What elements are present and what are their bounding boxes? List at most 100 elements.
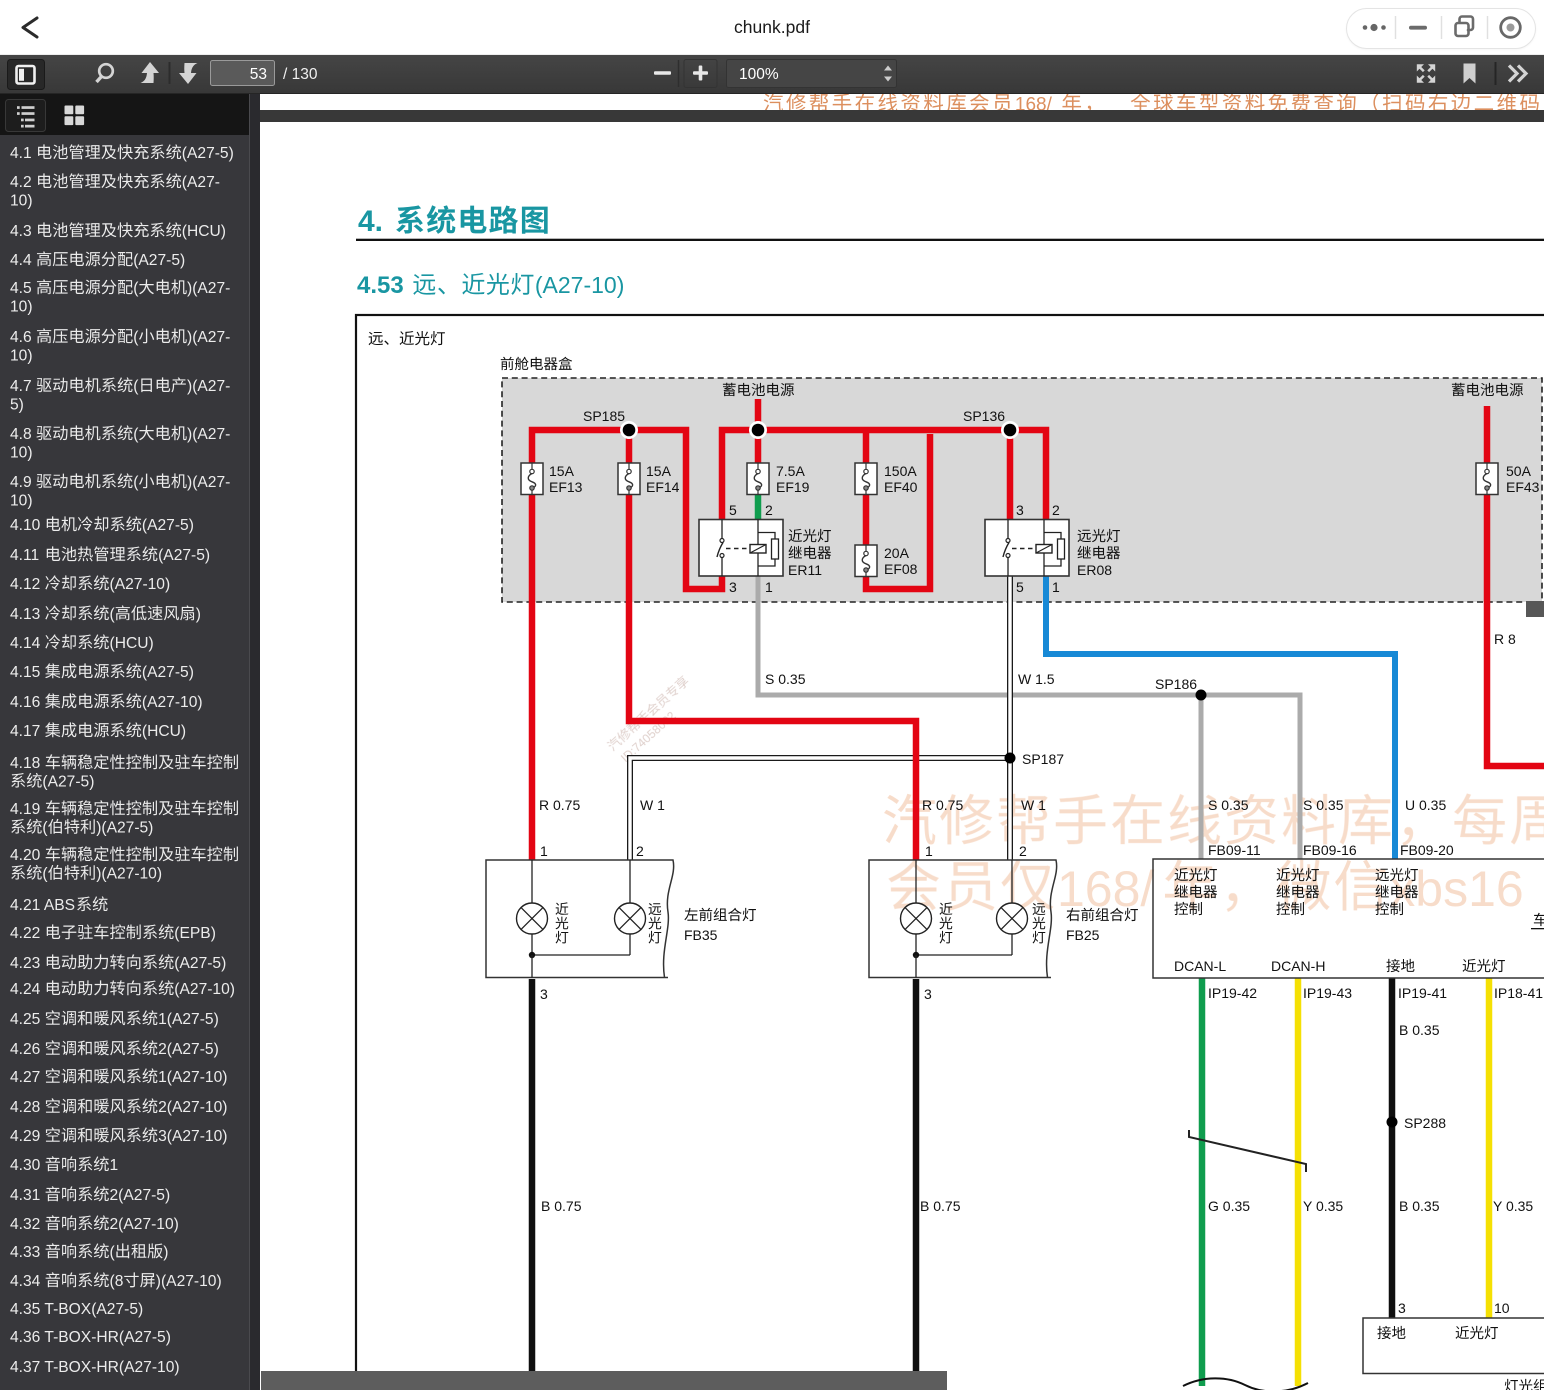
svg-text:FB09-20: FB09-20 xyxy=(1400,842,1454,858)
svg-text:Y 0.35: Y 0.35 xyxy=(1303,1198,1343,1214)
svg-text:1: 1 xyxy=(1052,579,1060,595)
svg-text:4.22: 4.22 xyxy=(10,925,40,942)
svg-text:4.16: 4.16 xyxy=(10,694,40,711)
svg-text:EF40: EF40 xyxy=(884,479,918,495)
svg-text:EF14: EF14 xyxy=(646,479,680,495)
svg-text:(: ( xyxy=(133,378,139,395)
svg-text:IP18-41: IP18-41 xyxy=(1494,985,1543,1001)
svg-text:4.: 4. xyxy=(358,205,383,238)
svg-text:ER11: ER11 xyxy=(788,562,822,578)
svg-text:(: ( xyxy=(133,329,139,346)
svg-text:4.31: 4.31 xyxy=(10,1187,40,1204)
svg-text:4.27: 4.27 xyxy=(10,1069,40,1086)
svg-text:FB35: FB35 xyxy=(684,927,718,943)
svg-text:4.14: 4.14 xyxy=(10,635,41,652)
svg-text:4.26: 4.26 xyxy=(10,1041,40,1058)
svg-text:(: ( xyxy=(133,474,139,491)
svg-text:3: 3 xyxy=(1398,1300,1406,1316)
svg-text:(A27-10): (A27-10) xyxy=(110,576,171,593)
svg-text:(: ( xyxy=(133,426,139,443)
svg-text:EF08: EF08 xyxy=(884,561,918,577)
svg-text:DCAN-H: DCAN-H xyxy=(1271,958,1325,974)
svg-text:IP19-42: IP19-42 xyxy=(1208,985,1257,1001)
svg-text:SP186: SP186 xyxy=(1155,676,1197,692)
svg-text:(: ( xyxy=(42,820,48,837)
svg-text:(A27-5): (A27-5) xyxy=(158,547,210,564)
svg-text:4.20: 4.20 xyxy=(10,847,41,864)
svg-text:4.5: 4.5 xyxy=(10,280,32,297)
svg-text:(A27-5): (A27-5) xyxy=(174,955,226,972)
svg-text:)(A27-10): )(A27-10) xyxy=(96,866,162,883)
svg-text:4.34: 4.34 xyxy=(10,1273,41,1290)
svg-text:U 0.35: U 0.35 xyxy=(1405,797,1446,813)
svg-text:Y 0.35: Y 0.35 xyxy=(1493,1198,1533,1214)
svg-text:4.7: 4.7 xyxy=(10,378,32,395)
svg-text:4.10: 4.10 xyxy=(10,517,41,534)
svg-text:)(A27-: )(A27- xyxy=(187,474,230,491)
svg-text:1: 1 xyxy=(925,843,933,859)
svg-text:5: 5 xyxy=(1016,579,1024,595)
svg-text:S 0.35: S 0.35 xyxy=(1208,797,1249,813)
svg-text:5: 5 xyxy=(729,502,737,518)
svg-text:100%: 100% xyxy=(739,66,779,83)
svg-text:4.18: 4.18 xyxy=(10,755,40,772)
svg-text:2: 2 xyxy=(1019,843,1027,859)
svg-text:4.28: 4.28 xyxy=(10,1099,40,1116)
svg-text:): ) xyxy=(163,1244,168,1261)
svg-text:)(A27-: )(A27- xyxy=(187,426,230,443)
svg-text:S 0.35: S 0.35 xyxy=(765,671,806,687)
svg-text:4.17: 4.17 xyxy=(10,723,40,740)
svg-text:B 0.75: B 0.75 xyxy=(541,1198,582,1214)
svg-text:IP19-43: IP19-43 xyxy=(1303,985,1352,1001)
svg-text:(HCU): (HCU) xyxy=(110,635,154,652)
svg-text:3: 3 xyxy=(540,986,548,1002)
svg-text:(A27-10): (A27-10) xyxy=(142,694,203,711)
svg-text:FB09-16: FB09-16 xyxy=(1303,842,1357,858)
svg-text:/ 130: / 130 xyxy=(283,66,318,83)
svg-text:4.32: 4.32 xyxy=(10,1216,40,1233)
svg-text:4.37 T-BOX-HR(A27-10): 4.37 T-BOX-HR(A27-10) xyxy=(10,1359,180,1376)
svg-text:3: 3 xyxy=(924,986,932,1002)
svg-text:10): 10) xyxy=(10,299,33,316)
svg-text:4.12: 4.12 xyxy=(10,576,40,593)
svg-text:10): 10) xyxy=(10,348,33,365)
svg-text:(: ( xyxy=(110,1244,116,1261)
svg-text:2: 2 xyxy=(765,502,773,518)
svg-text:G 0.35: G 0.35 xyxy=(1208,1198,1250,1214)
svg-text:2: 2 xyxy=(1052,502,1060,518)
svg-text:4.11: 4.11 xyxy=(10,547,39,564)
svg-text:FB25: FB25 xyxy=(1066,927,1100,943)
svg-text:53: 53 xyxy=(250,66,267,83)
svg-text:4.36 T-BOX-HR(A27-5): 4.36 T-BOX-HR(A27-5) xyxy=(10,1329,171,1346)
svg-text:4.6: 4.6 xyxy=(10,329,32,346)
svg-text:EF19: EF19 xyxy=(776,479,810,495)
svg-text:1: 1 xyxy=(765,579,773,595)
svg-text:10): 10) xyxy=(10,193,33,210)
svg-text:(: ( xyxy=(133,280,139,297)
svg-text:(8: (8 xyxy=(110,1273,124,1290)
svg-text:150A: 150A xyxy=(884,463,917,479)
svg-text:4.29: 4.29 xyxy=(10,1128,40,1145)
svg-text:EF13: EF13 xyxy=(549,479,583,495)
svg-text:SP187: SP187 xyxy=(1022,751,1064,767)
svg-text:W 1: W 1 xyxy=(1021,797,1046,813)
svg-text:(A27-10): (A27-10) xyxy=(535,272,624,298)
svg-text:4.30: 4.30 xyxy=(10,1157,41,1174)
svg-text:ER08: ER08 xyxy=(1077,562,1112,578)
svg-text:10: 10 xyxy=(1494,1300,1510,1316)
svg-text:4.53: 4.53 xyxy=(357,272,404,299)
svg-text:SP185: SP185 xyxy=(583,408,625,424)
svg-text:(A27-5): (A27-5) xyxy=(142,664,194,681)
svg-text:7.5A: 7.5A xyxy=(776,463,805,479)
svg-text:3: 3 xyxy=(729,579,737,595)
svg-text:)(A27-5): )(A27-5) xyxy=(96,820,153,837)
svg-text:2(A27-10): 2(A27-10) xyxy=(158,1099,227,1116)
svg-text:)(A27-: )(A27- xyxy=(187,378,230,395)
svg-text:FB09-11: FB09-11 xyxy=(1208,842,1261,858)
svg-text:20A: 20A xyxy=(884,545,910,561)
svg-text:SP288: SP288 xyxy=(1404,1115,1446,1131)
svg-text:(: ( xyxy=(110,606,116,623)
svg-text:2(A27-5): 2(A27-5) xyxy=(110,1187,171,1204)
svg-text:2(A27-5): 2(A27-5) xyxy=(158,1041,219,1058)
svg-text:B 0.35: B 0.35 xyxy=(1399,1198,1440,1214)
